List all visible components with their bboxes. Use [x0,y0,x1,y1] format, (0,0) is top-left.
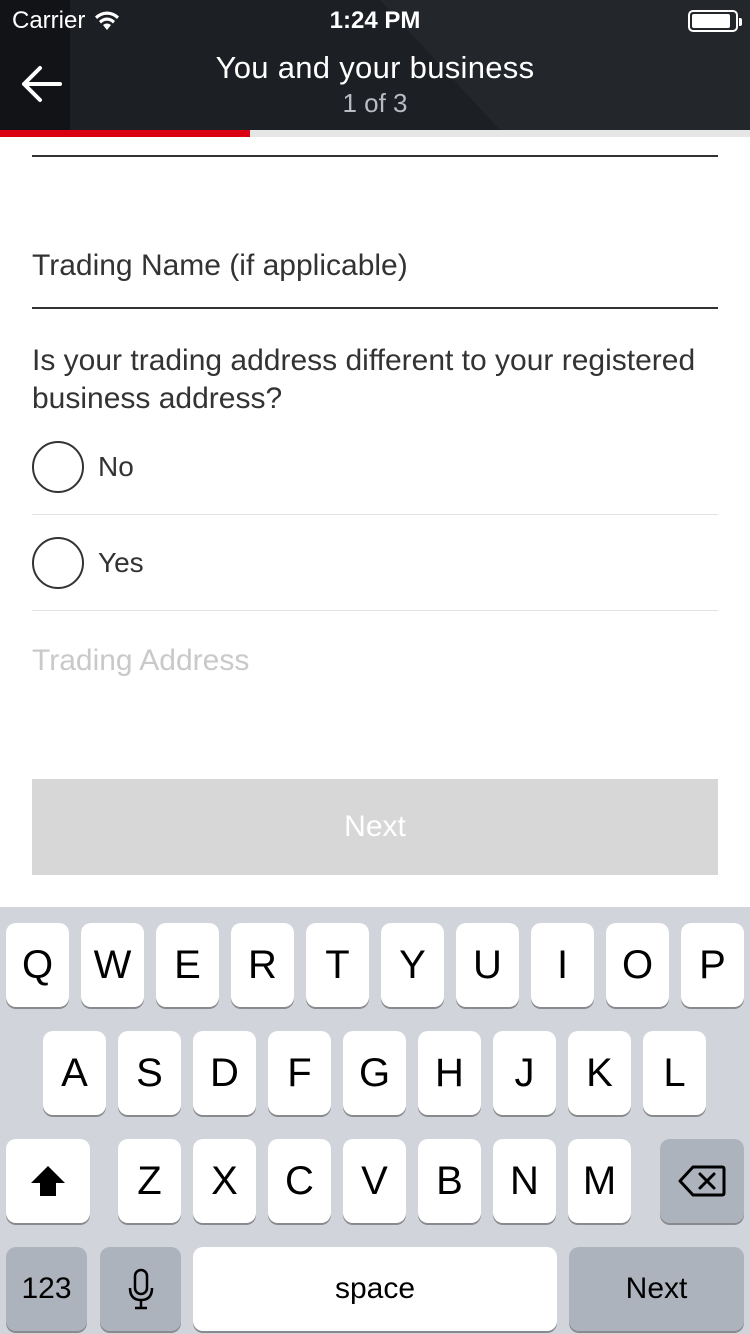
step-indicator: 1 of 3 [342,88,408,118]
trading-name-underline [32,307,718,309]
key-x[interactable]: X [193,1139,256,1223]
radio-circle-icon[interactable] [32,537,84,589]
key-m[interactable]: M [568,1139,631,1223]
key-q[interactable]: Q [6,923,69,1007]
radio-circle-icon[interactable] [32,441,84,493]
status-time: 1:24 PM [329,7,421,34]
delete-key[interactable] [660,1139,744,1223]
page-title: You and your business [215,50,535,85]
key-b[interactable]: B [418,1139,481,1223]
key-l[interactable]: L [643,1031,706,1115]
key-n[interactable]: N [493,1139,556,1223]
key-d[interactable]: D [193,1031,256,1115]
divider [32,610,718,611]
key-k[interactable]: K [568,1031,631,1115]
status-bar: Carrier 1:24 PM [0,0,750,40]
key-e[interactable]: E [156,923,219,1007]
next-key[interactable]: Next [569,1247,744,1331]
trading-name-input[interactable]: Trading Name (if applicable) [32,249,408,283]
option-label: No [98,451,134,482]
key-o[interactable]: O [606,923,669,1007]
key-g[interactable]: G [343,1031,406,1115]
next-button[interactable]: Next [32,779,718,875]
key-a[interactable]: A [43,1031,106,1115]
progress-bar [0,130,750,137]
key-p[interactable]: P [681,923,744,1007]
key-h[interactable]: H [418,1031,481,1115]
shift-arrow-icon [31,1166,65,1196]
option-yes[interactable]: Yes [32,515,718,611]
key-s[interactable]: S [118,1031,181,1115]
key-w[interactable]: W [81,923,144,1007]
progress-fill [0,130,250,137]
shift-key[interactable] [6,1139,90,1223]
key-j[interactable]: J [493,1031,556,1115]
key-c[interactable]: C [268,1139,331,1223]
key-r[interactable]: R [231,923,294,1007]
key-y[interactable]: Y [381,923,444,1007]
key-v[interactable]: V [343,1139,406,1223]
on-screen-keyboard: Q W E R T Y U I O P A S D F G H J K L Z … [0,907,750,1334]
navigation-header: Carrier 1:24 PM You and your business 1 … [0,0,750,130]
microphone-icon [128,1268,153,1310]
trading-address-input[interactable]: Trading Address [32,644,249,678]
option-no[interactable]: No [32,419,718,515]
key-i[interactable]: I [531,923,594,1007]
space-key[interactable]: space [193,1247,557,1331]
key-t[interactable]: T [306,923,369,1007]
dictation-key[interactable] [100,1247,181,1331]
backspace-icon [678,1165,726,1197]
key-f[interactable]: F [268,1031,331,1115]
key-z[interactable]: Z [118,1139,181,1223]
battery-icon [688,10,742,32]
previous-field-underline [32,155,718,157]
numbers-key[interactable]: 123 [6,1247,87,1331]
option-label: Yes [98,547,144,578]
trading-address-question: Is your trading address different to you… [32,344,696,415]
key-u[interactable]: U [456,923,519,1007]
